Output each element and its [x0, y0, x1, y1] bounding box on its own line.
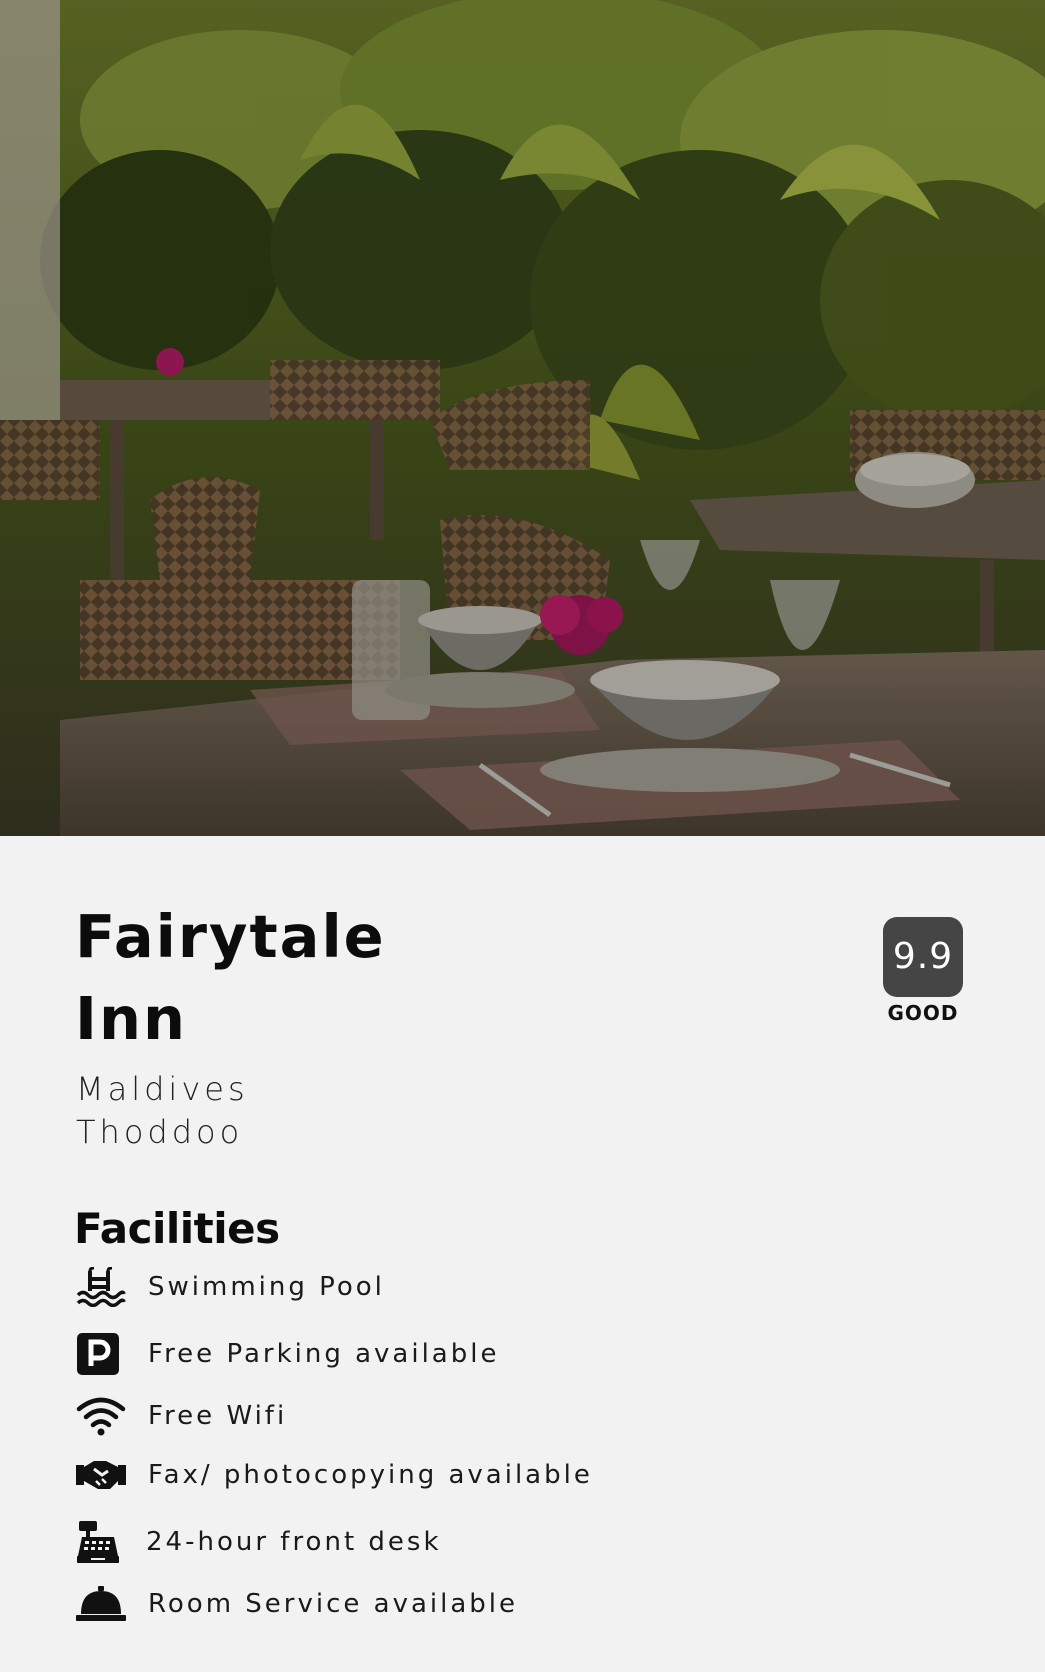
location-island: Thoddoo: [76, 1113, 244, 1151]
hotel-location: Maldives Thoddoo: [76, 1068, 249, 1154]
facility-label: 24-hour front desk: [146, 1527, 442, 1557]
facility-item-swimming-pool: Swimming Pool: [76, 1265, 385, 1309]
location-country: Maldives: [76, 1070, 249, 1108]
swimming-pool-icon: [76, 1265, 128, 1309]
facility-item-parking: Free Parking available: [76, 1332, 499, 1376]
hotel-details-card: Fairytale Inn 9.9 GOOD Maldives Thoddoo …: [0, 836, 1045, 1672]
rating-label: GOOD: [887, 1001, 959, 1025]
cash-register-icon: [76, 1520, 128, 1564]
parking-icon: [76, 1332, 128, 1376]
facility-label: Fax/ photocopying available: [148, 1460, 593, 1490]
hotel-name-line2: Inn: [75, 984, 187, 1053]
hotel-name-line1: Fairytale: [75, 902, 386, 971]
facility-label: Free Wifi: [148, 1401, 288, 1431]
facility-item-wifi: Free Wifi: [76, 1394, 287, 1438]
hero-photo: [0, 0, 1045, 836]
facility-item-fax-photocopying: Fax/ photocopying available: [76, 1453, 593, 1497]
facilities-heading: Facilities: [74, 1204, 280, 1253]
wifi-icon: [76, 1394, 128, 1438]
facility-label: Free Parking available: [148, 1339, 500, 1369]
handshake-icon: [76, 1453, 128, 1497]
facility-label: Swimming Pool: [148, 1272, 385, 1302]
rating-score: 9.9: [883, 917, 963, 997]
facility-label: Room Service available: [148, 1589, 519, 1619]
facility-item-front-desk: 24-hour front desk: [76, 1520, 442, 1564]
service-bell-icon: [76, 1582, 128, 1626]
rating-badge: 9.9 GOOD: [883, 917, 963, 1025]
hotel-name: Fairytale Inn: [75, 896, 495, 1060]
facility-item-room-service: Room Service available: [76, 1582, 518, 1626]
